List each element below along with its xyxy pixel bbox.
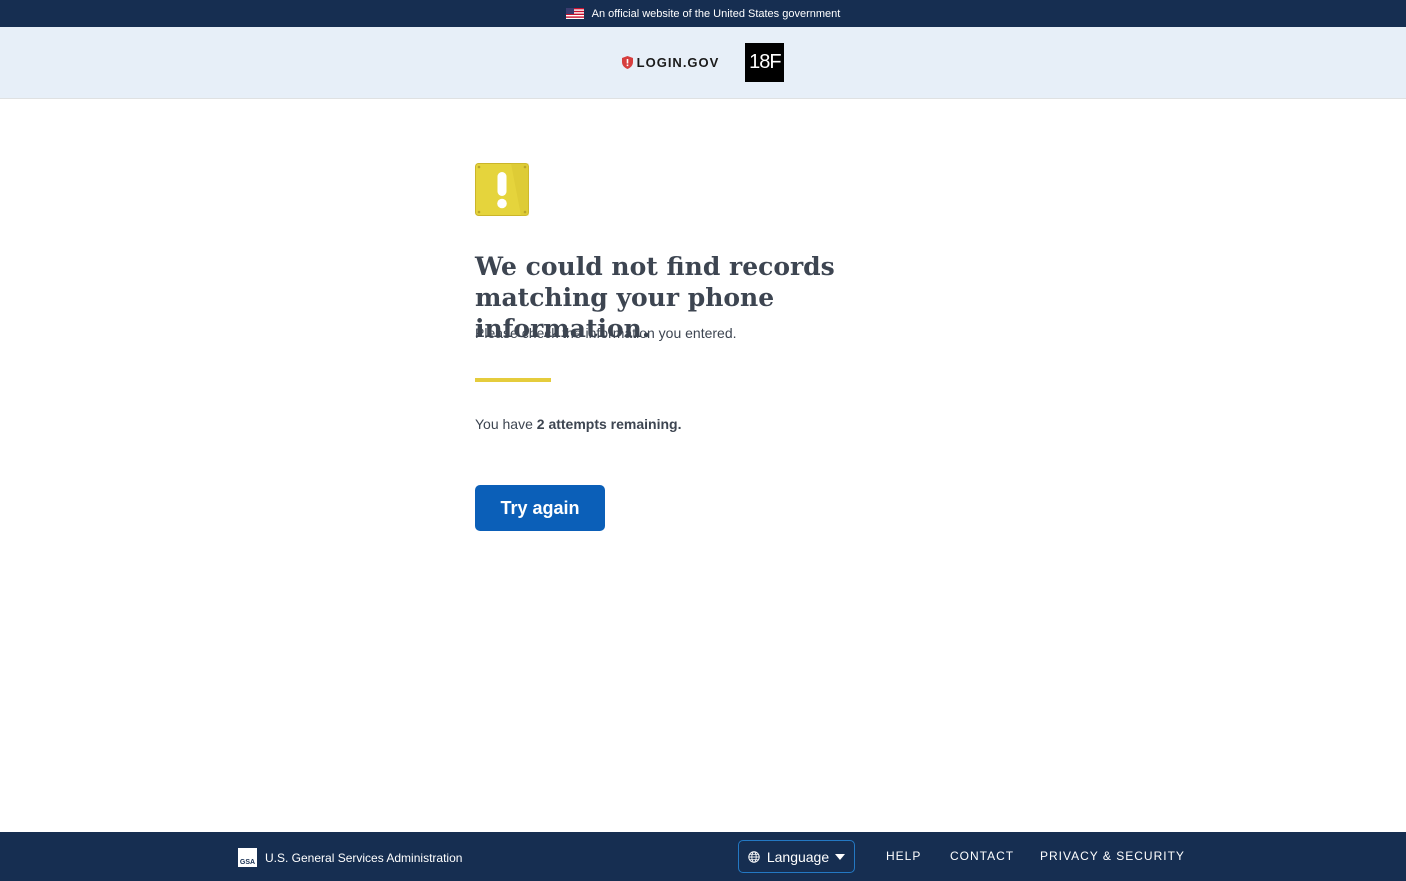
partner-18f-logo: 18F — [745, 43, 785, 82]
footer-link-help[interactable]: Help — [886, 849, 921, 863]
globe-icon — [748, 850, 760, 863]
gov-banner-text: An official website of the United States… — [591, 7, 841, 20]
site-footer: GSA U.S. General Services Administration… — [0, 832, 1406, 881]
accent-divider — [475, 378, 551, 382]
attempts-remaining-text: You have 2 attempts remaining. — [475, 416, 681, 432]
language-dropdown-button[interactable]: Language — [738, 840, 855, 873]
caret-down-icon — [835, 853, 846, 860]
try-again-button[interactable]: Try again — [475, 485, 605, 531]
footer-link-privacy-security[interactable]: Privacy & Security — [1040, 849, 1185, 863]
gsa-logo-icon: GSA — [238, 848, 257, 867]
login-gov-logo[interactable]: LOGIN.GOV — [621, 55, 720, 70]
footer-link-contact[interactable]: Contact — [950, 849, 1014, 863]
warning-exclamation-icon — [475, 163, 529, 216]
login-gov-logo-text: LOGIN.GOV — [636, 55, 720, 70]
us-flag-icon — [565, 8, 584, 19]
gsa-text: U.S. General Services Administration — [265, 850, 463, 865]
gsa-link[interactable]: GSA U.S. General Services Administration — [238, 848, 462, 867]
attempts-prefix: You have — [475, 416, 537, 432]
site-header: LOGIN.GOV 18F — [0, 27, 1406, 99]
page-subtext: Please check the information you entered… — [475, 325, 737, 341]
gov-banner: An official website of the United States… — [0, 0, 1406, 27]
language-label: Language — [766, 848, 830, 865]
attempts-count: 2 attempts remaining. — [536, 416, 682, 432]
login-shield-icon — [621, 56, 633, 69]
